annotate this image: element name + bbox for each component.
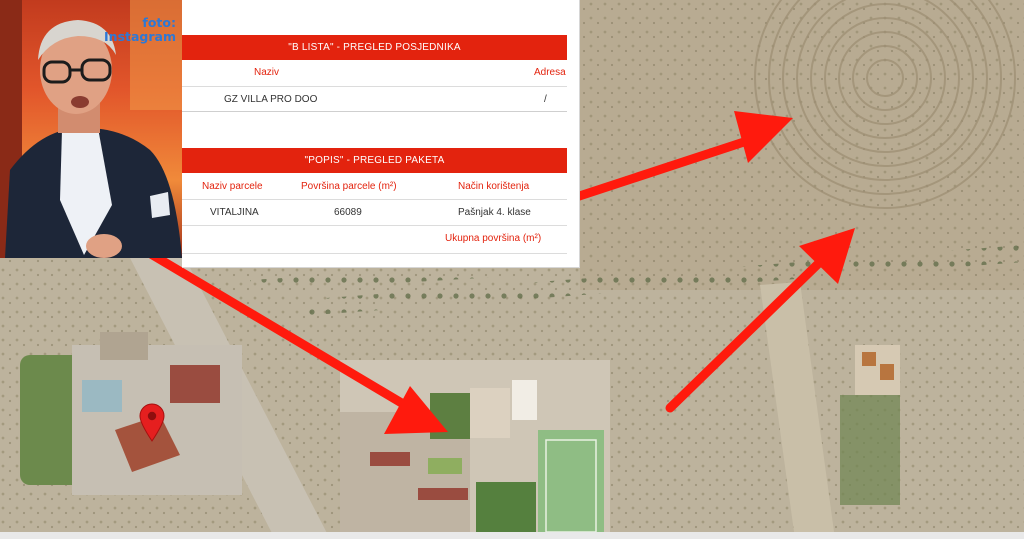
- photo-credit-source: Instagram: [104, 29, 176, 44]
- parcels-header-divider: [182, 199, 567, 200]
- parcels-col-povrsina: Površina parcele (m²): [301, 181, 397, 192]
- parcels-col-naziv: Naziv parcele: [202, 181, 263, 192]
- owner-address: /: [544, 94, 547, 105]
- portrait-photo: foto: Instagram: [0, 0, 182, 258]
- parcel-name: VITALJINA: [210, 207, 259, 218]
- parcel-usage: Pašnjak 4. klase: [458, 207, 531, 218]
- parcels-total-label: Ukupna površina (m²): [445, 233, 542, 244]
- owners-header-divider: [182, 86, 567, 87]
- parcels-total-divider: [182, 253, 567, 254]
- parcels-col-nacin: Način korištenja: [458, 181, 530, 192]
- green-patch: [840, 395, 900, 505]
- house-right: [855, 345, 900, 395]
- bottom-bar: [0, 532, 1024, 539]
- parcels-row-divider: [182, 225, 567, 226]
- villa-left: [20, 332, 242, 495]
- owners-row-divider: [182, 111, 567, 112]
- owners-col-adresa: Adresa: [534, 67, 566, 78]
- photo-credit: foto: Instagram: [96, 16, 176, 44]
- photo-credit-label: foto:: [142, 15, 176, 30]
- parcels-section-title: "POPIS" - PREGLED PAKETA: [182, 148, 567, 173]
- land-registry-panel: "B LISTA" - PREGLED POSJEDNIKA Naziv Adr…: [182, 0, 580, 268]
- owners-col-naziv: Naziv: [254, 67, 280, 78]
- parcel-area: 66089: [334, 207, 362, 218]
- owner-name: GZ VILLA PRO DOO: [224, 94, 318, 105]
- owners-section-title: "B LISTA" - PREGLED POSJEDNIKA: [182, 35, 567, 60]
